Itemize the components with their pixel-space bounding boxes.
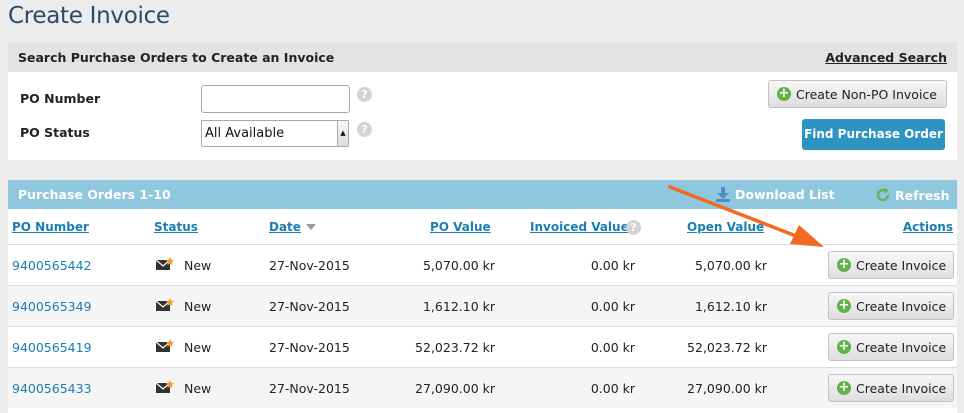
download-list-button[interactable]: Download List	[715, 187, 835, 202]
open-value-text: 1,612.10 kr	[694, 299, 767, 314]
create-invoice-button[interactable]: + Create Invoice	[828, 251, 954, 279]
date-text: 27-Nov-2015	[269, 381, 350, 396]
purchase-orders-header: Purchase Orders 1-10 Download List Refre…	[8, 180, 957, 209]
po-number-link[interactable]: 9400565349	[12, 299, 92, 314]
date-text: 27-Nov-2015	[269, 340, 350, 355]
invoiced-value-text: 0.00 kr	[590, 381, 635, 396]
po-value-text: 1,612.10 kr	[422, 299, 495, 314]
status-text: New	[184, 258, 212, 273]
po-number-link[interactable]: 9400565433	[12, 381, 92, 396]
download-icon	[716, 187, 730, 202]
table-row: 9400565349 New 27-Nov-2015 1,612.10 kr 0…	[8, 285, 957, 326]
plus-circle-icon: +	[777, 86, 791, 101]
refresh-button[interactable]: Refresh	[875, 187, 950, 203]
advanced-search-link[interactable]: Advanced Search	[825, 50, 947, 65]
po-number-help-icon[interactable]: ?	[357, 87, 372, 102]
purchase-orders-title: Purchase Orders 1-10	[18, 187, 171, 202]
table-row: 9400565419 New 27-Nov-2015 52,023.72 kr …	[8, 326, 957, 367]
date-text: 27-Nov-2015	[269, 299, 350, 314]
po-value-text: 52,023.72 kr	[415, 340, 495, 355]
po-number-link[interactable]: 9400565419	[12, 340, 92, 355]
open-value-text: 52,023.72 kr	[687, 340, 767, 355]
invoiced-value-text: 0.00 kr	[590, 258, 635, 273]
status-text: New	[184, 340, 212, 355]
invoiced-value-text: 0.00 kr	[590, 340, 635, 355]
create-invoice-label: Create Invoice	[856, 298, 947, 314]
create-non-po-invoice-label: Create Non-PO Invoice	[796, 86, 937, 102]
chevron-down-icon: ▲	[337, 121, 348, 146]
download-list-label: Download List	[735, 187, 835, 202]
plus-circle-icon: +	[837, 339, 851, 354]
column-header-invoiced-value[interactable]: Invoiced Value	[530, 220, 629, 234]
plus-circle-icon: +	[837, 298, 851, 313]
create-invoice-button[interactable]: + Create Invoice	[828, 333, 954, 361]
column-header-po-number[interactable]: PO Number	[12, 220, 89, 234]
invoiced-value-text: 0.00 kr	[590, 299, 635, 314]
column-header-status[interactable]: Status	[154, 220, 198, 234]
new-envelope-icon	[156, 380, 174, 393]
create-invoice-label: Create Invoice	[856, 339, 947, 355]
plus-circle-icon: +	[837, 257, 851, 272]
status-text: New	[184, 299, 212, 314]
open-value-text: 5,070.00 kr	[694, 258, 767, 273]
column-header-open-value[interactable]: Open Value	[687, 220, 764, 234]
open-value-text: 27,090.00 kr	[687, 381, 767, 396]
po-status-label: PO Status	[20, 125, 90, 140]
po-number-input[interactable]	[201, 85, 350, 113]
column-header-actions[interactable]: Actions	[903, 220, 953, 234]
date-text: 27-Nov-2015	[269, 258, 350, 273]
search-panel-header: Search Purchase Orders to Create an Invo…	[8, 42, 957, 72]
invoiced-value-help-icon[interactable]: ?	[626, 220, 641, 235]
table-row: 9400565433 New 27-Nov-2015 27,090.00 kr …	[8, 367, 957, 408]
page-title: Create Invoice	[8, 3, 170, 29]
refresh-icon	[876, 188, 890, 202]
sort-descending-icon	[306, 224, 316, 230]
po-number-link[interactable]: 9400565442	[12, 258, 92, 273]
column-header-date[interactable]: Date	[269, 220, 301, 234]
create-invoice-label: Create Invoice	[856, 257, 947, 273]
po-status-help-icon[interactable]: ?	[357, 122, 372, 137]
create-non-po-invoice-button[interactable]: + Create Non-PO Invoice	[768, 80, 947, 108]
table-row: 9400565442 New 27-Nov-2015 5,070.00 kr 0…	[8, 244, 957, 285]
po-number-label: PO Number	[20, 91, 101, 106]
plus-circle-icon: +	[837, 380, 851, 395]
purchase-orders-panel: Purchase Orders 1-10 Download List Refre…	[8, 180, 957, 413]
create-invoice-button[interactable]: + Create Invoice	[828, 374, 954, 402]
po-value-text: 5,070.00 kr	[422, 258, 495, 273]
column-header-po-value[interactable]: PO Value	[430, 220, 491, 234]
search-panel: Search Purchase Orders to Create an Invo…	[8, 42, 957, 160]
search-panel-title: Search Purchase Orders to Create an Invo…	[18, 50, 335, 65]
find-purchase-order-button[interactable]: Find Purchase Order	[802, 119, 945, 150]
create-invoice-label: Create Invoice	[856, 380, 947, 396]
refresh-label: Refresh	[895, 187, 950, 203]
po-status-selected-value: All Available	[205, 126, 285, 141]
new-envelope-icon	[156, 257, 174, 270]
new-envelope-icon	[156, 298, 174, 311]
create-invoice-button[interactable]: + Create Invoice	[828, 292, 954, 320]
po-value-text: 27,090.00 kr	[415, 381, 495, 396]
status-text: New	[184, 381, 212, 396]
new-envelope-icon	[156, 339, 174, 352]
po-status-select[interactable]: All Available ▲	[201, 120, 349, 147]
